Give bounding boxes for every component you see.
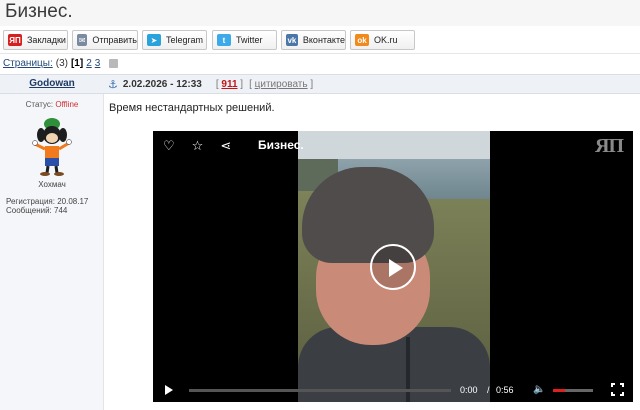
page-options-icon[interactable] xyxy=(109,59,119,68)
pagination-page-3[interactable]: 3 xyxy=(95,58,101,69)
play-button-large[interactable] xyxy=(370,244,416,290)
share-vk-label: Вконтакте xyxy=(302,35,345,45)
play-icon xyxy=(389,259,403,277)
pagination-page-2[interactable]: 2 xyxy=(86,58,92,69)
share-vk-button[interactable]: vk Вконтакте xyxy=(281,30,346,50)
fullscreen-icon[interactable] xyxy=(611,383,624,396)
video-sky xyxy=(298,131,490,159)
yap-icon: ЯП xyxy=(8,34,22,46)
author-nickname: Хохмач xyxy=(38,180,66,189)
telegram-icon: ➤ xyxy=(147,34,161,46)
pagination: Страницы: (3) [1] 2 3 xyxy=(3,58,119,69)
total-duration: 0:56 xyxy=(496,385,514,395)
share-ok-button[interactable]: ok OK.ru xyxy=(350,30,415,50)
post-date: 2.02.2026 - 12:33 xyxy=(122,79,202,90)
share-bookmarks-button[interactable]: ЯП Закладки xyxy=(3,30,68,50)
share-ok-label: OK.ru xyxy=(374,35,398,45)
share-bookmarks-label: Закладки xyxy=(27,35,66,45)
status-label: Статус: xyxy=(25,100,54,109)
author-status: Статус: Offline xyxy=(0,100,104,109)
video-logo: ЯП xyxy=(595,135,624,157)
video-player[interactable]: ♡ ☆ ⋖ Бизнес. ЯП 0:00 / 0:56 🔈 xyxy=(153,131,633,402)
avatar xyxy=(32,118,72,176)
ok-icon: ok xyxy=(355,34,369,46)
share-twitter-button[interactable]: t Twitter xyxy=(212,30,277,50)
twitter-icon: t xyxy=(217,34,231,46)
quote-label[interactable]: цитировать xyxy=(255,79,308,90)
mail-icon: ✉ xyxy=(77,34,88,46)
quote-link[interactable]: [ цитировать ] xyxy=(249,79,313,90)
share-bar: ЯП Закладки ✉ Отправить ➤ Telegram t Twi… xyxy=(0,26,640,54)
post-header: Godowan ⚓ 2.02.2026 - 12:33 [ 911 ] [ ци… xyxy=(0,74,640,94)
share-send-button[interactable]: ✉ Отправить xyxy=(72,30,138,50)
video-title: Бизнес. xyxy=(258,138,304,152)
anchor-icon[interactable]: ⚓ xyxy=(108,78,118,91)
vk-icon: vk xyxy=(286,34,298,46)
page-header: Бизнес. xyxy=(0,0,640,26)
author-registration: Регистрация: 20.08.17 xyxy=(6,197,89,206)
pagination-label[interactable]: Страницы: xyxy=(3,58,53,69)
post-body: Время нестандартных решений. xyxy=(109,102,275,114)
pagination-current-page: [1] xyxy=(70,58,84,69)
author-messages: Сообщений: 744 xyxy=(6,206,68,215)
status-value: Offline xyxy=(55,100,79,109)
current-time: 0:00 xyxy=(460,385,478,395)
share-telegram-label: Telegram xyxy=(166,35,204,45)
progress-bar[interactable] xyxy=(189,389,451,392)
volume-icon[interactable]: 🔈 xyxy=(533,384,545,395)
video-top-icons: ♡ ☆ ⋖ xyxy=(163,138,231,154)
volume-slider[interactable] xyxy=(553,389,593,392)
heart-icon[interactable]: ♡ xyxy=(163,138,175,154)
play-button-small[interactable] xyxy=(165,385,173,395)
volume-level xyxy=(553,389,565,392)
post-rating: [ 911 ] xyxy=(215,79,244,90)
share-send-label: Отправить xyxy=(92,35,137,45)
share-twitter-label: Twitter xyxy=(236,35,263,45)
time-separator: / xyxy=(487,385,490,395)
star-icon[interactable]: ☆ xyxy=(192,138,204,154)
page-title: Бизнес. xyxy=(5,1,73,22)
post-rating-value[interactable]: 911 xyxy=(221,79,237,90)
author-sidebar: Статус: Offline Хохмач Регистрация: 20.0… xyxy=(0,94,104,410)
post-author[interactable]: Godowan xyxy=(0,78,104,89)
pagination-count: (3) xyxy=(55,58,68,69)
share-icon[interactable]: ⋖ xyxy=(220,138,231,154)
post-meta: ⚓ 2.02.2026 - 12:33 [ 911 ] [ цитировать… xyxy=(108,78,313,91)
share-telegram-button[interactable]: ➤ Telegram xyxy=(142,30,207,50)
video-controls: 0:00 / 0:56 🔈 xyxy=(153,379,633,401)
